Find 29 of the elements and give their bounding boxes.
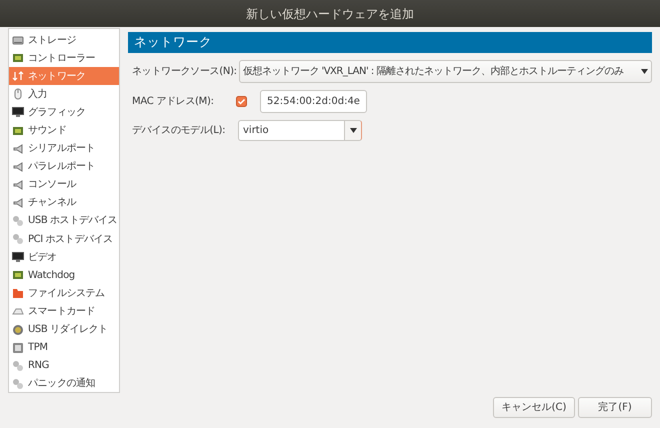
- section-header: ネットワーク: [128, 32, 652, 53]
- finish-button[interactable]: 完了(F): [578, 397, 652, 418]
- sidebar-item[interactable]: 入力: [9, 85, 119, 104]
- sidebar-item[interactable]: ストレージ: [9, 31, 119, 50]
- field-label: ネットワークソース(N):: [132, 65, 238, 79]
- window-title: 新しい仮想ハードウェアを追加: [0, 0, 660, 27]
- sidebar-item[interactable]: シリアルポート: [9, 140, 119, 158]
- sidebar-item[interactable]: サウンド: [9, 121, 119, 140]
- cancel-button[interactable]: キャンセル(C): [493, 397, 575, 418]
- sidebar-item[interactable]: TPM: [9, 338, 119, 357]
- sidebar-item[interactable]: スマートカード: [9, 302, 119, 320]
- sidebar-item[interactable]: ビデオ: [9, 248, 119, 266]
- sidebar-item[interactable]: RNG: [9, 356, 119, 375]
- field-label: MAC アドレス(M):: [132, 95, 215, 109]
- sidebar-item[interactable]: パラレルポート: [9, 158, 119, 176]
- sidebar-item[interactable]: コントローラー: [9, 49, 119, 68]
- sidebar-item[interactable]: パニックの通知: [9, 374, 119, 393]
- sidebar-item[interactable]: コンソール: [9, 176, 119, 194]
- field-label: デバイスのモデル(L):: [132, 124, 226, 138]
- sidebar-item[interactable]: グラフィック: [9, 103, 119, 122]
- sidebar-item[interactable]: チャンネル: [9, 194, 119, 212]
- sidebar-item[interactable]: Watchdog: [9, 266, 119, 284]
- mac-address-field[interactable]: 52:54:00:2d:0d:4e: [260, 90, 367, 113]
- sidebar-item[interactable]: PCI ホストデバイス: [9, 230, 119, 248]
- sidebar-item[interactable]: ファイルシステム: [9, 284, 119, 302]
- network-source-dropdown[interactable]: 仮想ネットワーク 'VXR_LAN' : 隔離されたネットワーク、内部とホストルーティングのみ: [238, 60, 652, 83]
- sidebar-item[interactable]: USB リダイレクト: [9, 320, 119, 339]
- device-model-field[interactable]: virtio: [238, 120, 344, 141]
- sidebar-item[interactable]: USB ホストデバイス: [9, 212, 119, 230]
